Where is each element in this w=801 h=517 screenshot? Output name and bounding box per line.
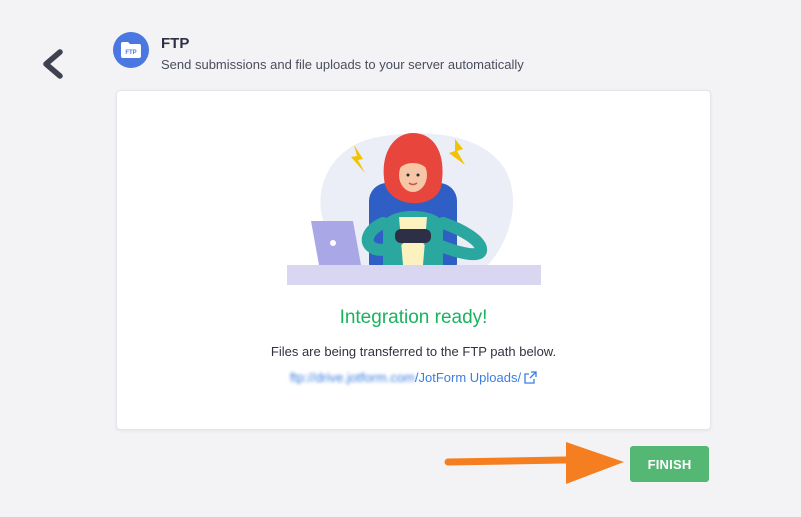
game-controller-icon bbox=[395, 229, 431, 243]
integration-ready-illustration bbox=[287, 133, 541, 285]
desk bbox=[287, 265, 541, 285]
ftp-folder-icon: FTP bbox=[121, 42, 141, 58]
ftp-badge: FTP bbox=[113, 32, 149, 68]
integration-subtitle: Send submissions and file uploads to you… bbox=[161, 57, 524, 72]
integration-status-card: Integration ready! Files are being trans… bbox=[116, 90, 711, 430]
external-link-icon[interactable] bbox=[524, 371, 537, 384]
ftp-badge-text: FTP bbox=[125, 50, 136, 56]
status-title: Integration ready! bbox=[339, 307, 488, 328]
chevron-left-icon bbox=[43, 49, 63, 79]
ftp-path-host: ftp://drive.jotform.com bbox=[289, 370, 415, 386]
annotation-arrow-icon bbox=[444, 442, 624, 484]
ftp-path: ftp://drive.jotform.com/JotForm Uploads/ bbox=[117, 369, 710, 385]
integration-title: FTP bbox=[161, 35, 190, 52]
ftp-path-folder[interactable]: /JotForm Uploads/ bbox=[415, 370, 521, 385]
status-description: Files are being transferred to the FTP p… bbox=[270, 344, 557, 359]
back-button[interactable] bbox=[36, 44, 72, 84]
finish-button[interactable]: FINISH bbox=[630, 446, 709, 482]
